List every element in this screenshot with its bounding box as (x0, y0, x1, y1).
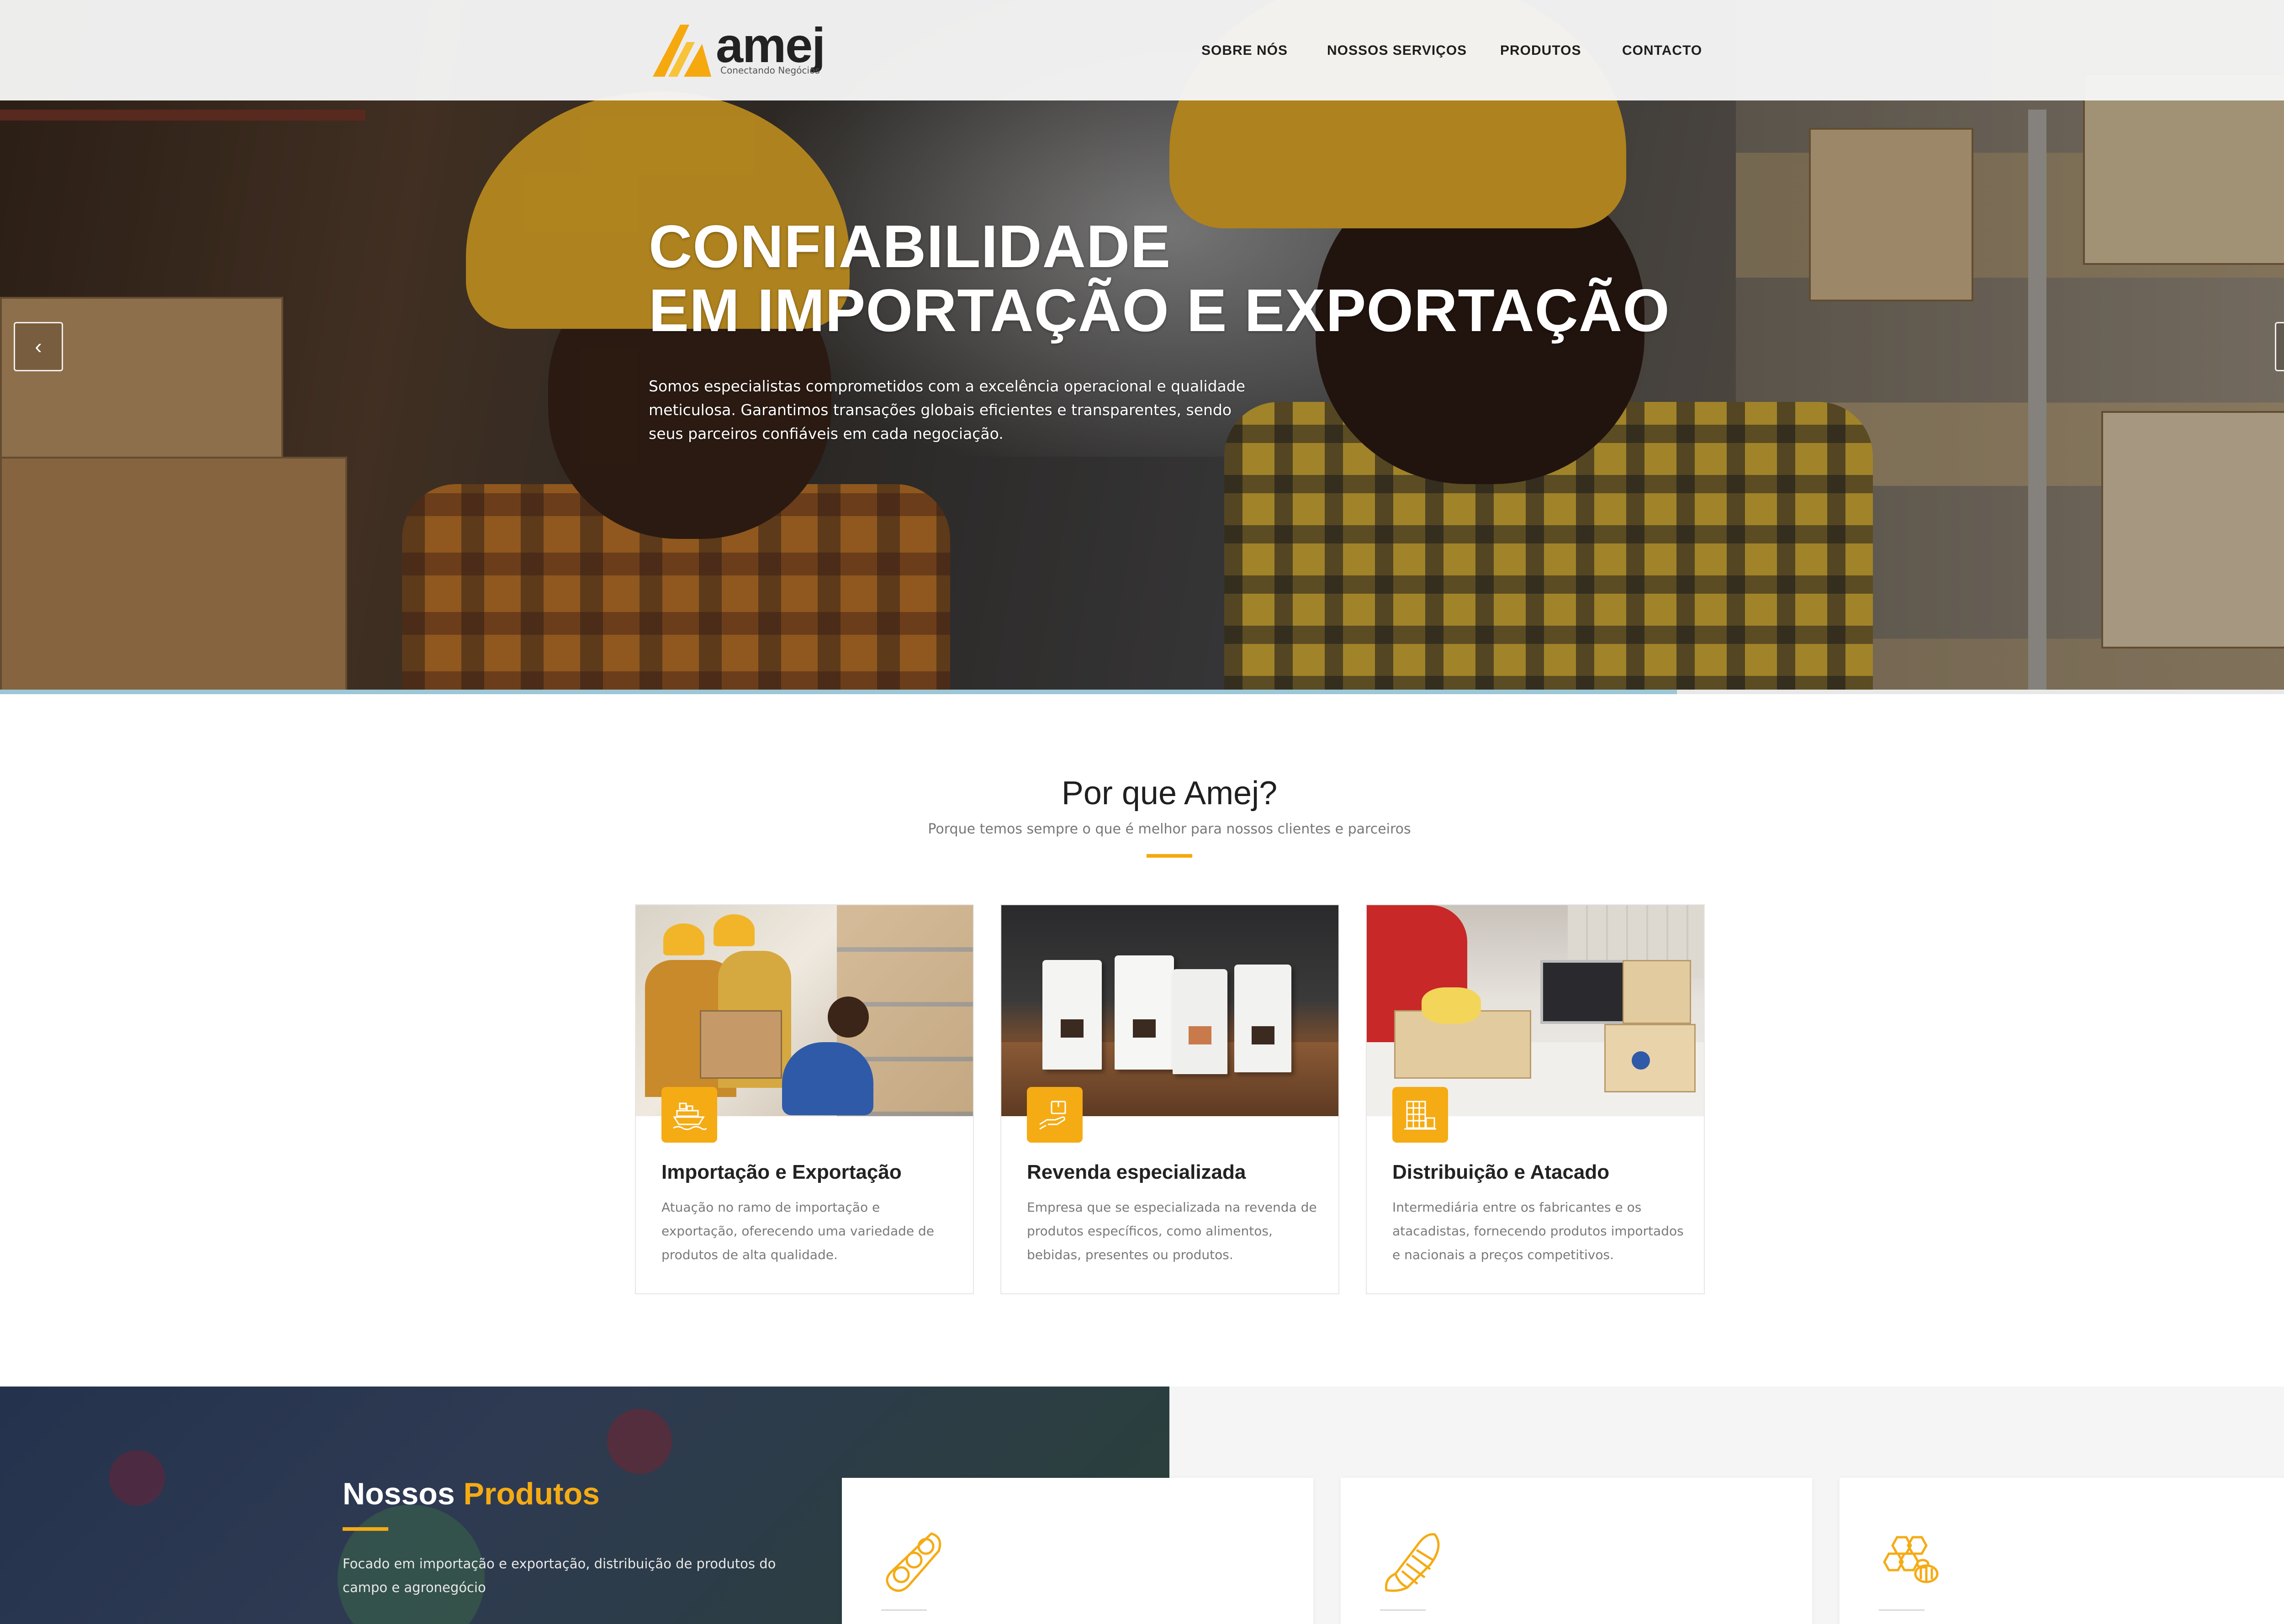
section-title-why: Por que Amej? (1061, 775, 1278, 812)
corn-icon (1385, 1533, 1440, 1592)
title-divider (343, 1527, 388, 1531)
card-divider (1879, 1609, 1924, 1611)
card-divider (881, 1609, 927, 1611)
slider-progress-fill (0, 690, 1677, 694)
card-image (1367, 905, 1704, 1116)
slider-progress (0, 690, 2284, 694)
section-subtitle-why: Porque temos sempre o que é melhor para … (928, 821, 1411, 837)
service-card-distribuicao[interactable]: Distribuição e Atacado Intermediária ent… (1366, 904, 1705, 1294)
card-text: Atuação no ramo de importação e exportaç… (661, 1200, 935, 1262)
product-card-soy[interactable] (842, 1478, 1313, 1624)
product-card-corn[interactable] (1341, 1478, 1812, 1624)
delivery-hand-icon (1027, 1087, 1083, 1143)
hero-title: CONFIABILIDADE EM IMPORTAÇÃO E EXPORTAÇÃ… (649, 213, 1670, 344)
card-title: Importação e Exportação (661, 1161, 902, 1183)
site-header: amej Conectando Negócios SOBRE NÓS NOSSO… (0, 0, 2284, 100)
section-title-products: Nossos Produtos (343, 1476, 600, 1511)
logo-tagline: Conectando Negócios (720, 65, 820, 76)
slider-next-button[interactable]: › (2275, 322, 2284, 371)
warehouse-icon (1392, 1087, 1448, 1143)
chevron-left-icon: ‹ (35, 334, 42, 358)
nav-item-produtos[interactable]: PRODUTOS (1500, 43, 1581, 58)
hero-description: Somos especialistas comprometidos com a … (649, 377, 1246, 443)
card-image (636, 905, 973, 1116)
card-image (1001, 905, 1338, 1116)
card-text: Empresa que se especializada na revenda … (1027, 1200, 1317, 1262)
card-title: Distribuição e Atacado (1392, 1161, 1610, 1183)
nav-item-nossos-servicos[interactable]: NOSSOS SERVIÇOS (1327, 43, 1467, 58)
card-title: Revenda especializada (1027, 1161, 1246, 1183)
hero-slider: CONFIABILIDADE EM IMPORTAÇÃO E EXPORTAÇÃ… (0, 0, 2284, 694)
products-description: Focado em importação e exportação, distr… (343, 1556, 776, 1595)
title-divider (1147, 854, 1192, 858)
soybean-icon (886, 1532, 941, 1592)
nav-item-contacto[interactable]: CONTACTO (1622, 43, 1702, 58)
product-card-honey[interactable] (1840, 1478, 2284, 1624)
slider-prev-button[interactable]: ‹ (14, 322, 63, 371)
card-divider (1380, 1609, 1426, 1611)
hero-overlay (0, 0, 2284, 694)
honeycomb-bee-icon (1883, 1536, 1939, 1583)
service-card-revenda[interactable]: Revenda especializada Empresa que se esp… (1000, 904, 1339, 1294)
nav-item-sobre-nos[interactable]: SOBRE NÓS (1201, 43, 1288, 58)
service-card-import-export[interactable]: Importação e Exportação Atuação no ramo … (635, 904, 974, 1294)
card-text: Intermediária entre os fabricantes e os … (1392, 1200, 1684, 1262)
cargo-ship-icon (661, 1087, 717, 1143)
main-nav: SOBRE NÓS NOSSOS SERVIÇOS PRODUTOS CONTA… (0, 43, 2284, 61)
